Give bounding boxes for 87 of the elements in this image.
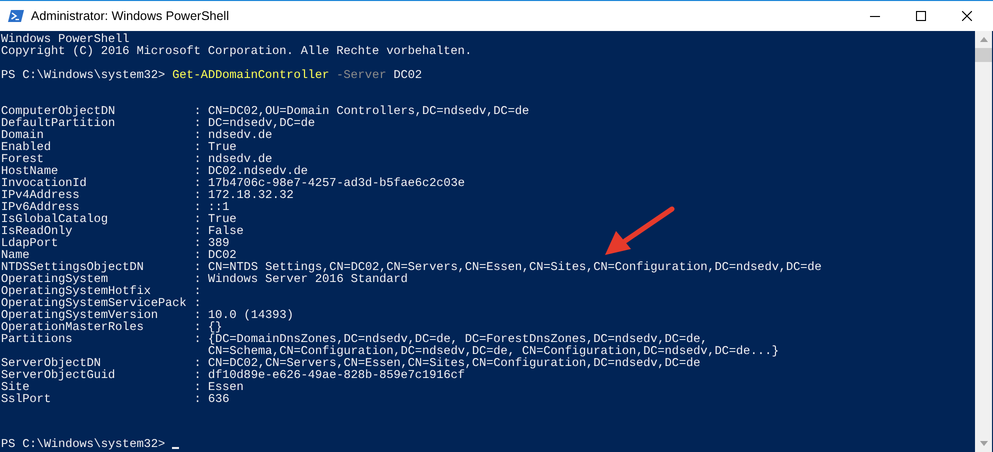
- property-value: True: [208, 213, 237, 225]
- property-name: InvocationId: [1, 177, 88, 189]
- property-name: OperatingSystemHotfix: [1, 285, 151, 297]
- property-name: Partitions: [1, 333, 72, 348]
- prompt-text: PS C:\Windows\system32>: [1, 69, 166, 81]
- property-name: ServerObjectDN: [1, 357, 101, 369]
- property-name: IPv4Address: [1, 189, 80, 201]
- property-name: HostName: [1, 165, 58, 177]
- arrow: [603, 206, 675, 258]
- property-value: {}: [208, 321, 222, 333]
- colon-text: :: [194, 357, 202, 369]
- colon-text: :: [194, 237, 202, 249]
- property-value: Windows Server 2016 Standard: [208, 273, 408, 285]
- property-value: 389: [208, 237, 230, 249]
- property-value: ::1: [208, 201, 230, 213]
- maximize-icon: [916, 11, 926, 21]
- argument-text: DC02: [393, 69, 422, 81]
- property-name: IPv6Address: [1, 201, 80, 213]
- property-value: ndsedv.de: [208, 129, 272, 141]
- property-name: Name: [1, 249, 30, 261]
- scroll-up-icon[interactable]: [980, 37, 988, 42]
- property-name: DefaultPartition: [1, 117, 116, 129]
- colon-text: :: [194, 189, 202, 201]
- property-value: 17b4706c-98e7-4257-ad3d-b5fae6c2c03e: [208, 177, 465, 189]
- property-name: Domain: [1, 129, 44, 141]
- property-value: ndsedv.de: [208, 153, 272, 165]
- property-name: Forest: [1, 153, 45, 165]
- property-value: False: [208, 225, 244, 237]
- property-value: {DC=DomainDnsZones,DC=ndsedv,DC=de, DC=ForestDnsZones,DC=ndsedv,DC=de,: [208, 333, 708, 345]
- colon-text: :: [194, 177, 202, 189]
- window-title: Administrator: Windows PowerShell: [31, 9, 230, 23]
- colon-text: :: [194, 321, 202, 333]
- colon-text: :: [194, 165, 202, 177]
- powershell-icon: [8, 9, 24, 23]
- property-value: 172.18.32.32: [208, 189, 294, 201]
- property-value: DC02.ndsedv.de: [208, 165, 308, 177]
- property-name: LdapPort: [1, 237, 58, 249]
- colon-text: :: [194, 333, 202, 348]
- cmdlet-text: Get-ADDomainController: [172, 69, 330, 81]
- property-name: IsReadOnly: [1, 225, 72, 237]
- colon-text: :: [194, 297, 202, 309]
- property-name: Site: [1, 381, 30, 393]
- property-value: Essen: [208, 381, 244, 393]
- scrollbar-thumb[interactable]: [975, 48, 992, 62]
- colon-text: :: [194, 129, 202, 141]
- colon-text: :: [194, 105, 202, 117]
- colon-text: :: [194, 225, 202, 237]
- scroll-down-icon[interactable]: [980, 441, 988, 446]
- colon-text: :: [194, 309, 202, 321]
- colon-text: :: [194, 213, 202, 225]
- property-value: CN=NTDS Settings,CN=DC02,CN=Servers,CN=Essen,CN=Sites,CN=Configuration,DC=ndsedv,DC=de: [208, 261, 822, 273]
- property-value: CN=Schema,CN=Configuration,DC=ndsedv,DC=de, CN=Configuration,DC=ndsedv,DC=de...}: [208, 345, 779, 357]
- property-name: OperatingSystemServicePack: [1, 297, 188, 309]
- colon-text: :: [194, 249, 202, 261]
- colon-text: :: [194, 117, 202, 129]
- parameter-text: -Server: [336, 69, 386, 81]
- property-name: OperationMasterRoles: [1, 321, 144, 333]
- property-name: IsGlobalCatalog: [1, 213, 110, 225]
- colon-text: :: [194, 141, 202, 153]
- property-value: True: [208, 141, 237, 153]
- property-name: Enabled: [1, 141, 52, 153]
- banner-text: Copyright (C) 2016 Microsoft Corporation. Alle Rechte vorbehalten.: [1, 45, 472, 57]
- banner-text: Windows PowerShell: [1, 33, 130, 45]
- colon-text: :: [194, 369, 202, 381]
- colon-text: :: [194, 381, 202, 393]
- colon-text: :: [194, 285, 202, 297]
- colon-text: :: [194, 153, 202, 165]
- close-icon: [962, 11, 972, 21]
- prompt-text: PS C:\Windows\system32>: [1, 438, 166, 450]
- colon-text: :: [194, 273, 202, 285]
- property-value: DC=ndsedv,DC=de: [208, 117, 316, 129]
- property-name: ServerObjectGuid: [1, 369, 116, 381]
- property-value: 636: [208, 393, 230, 405]
- property-value: DC02: [208, 249, 237, 261]
- property-name: ComputerObjectDN: [1, 105, 116, 117]
- colon-text: :: [194, 393, 202, 405]
- colon-text: :: [194, 261, 202, 273]
- property-name: OperatingSystem: [1, 273, 108, 285]
- property-value: CN=DC02,CN=Servers,CN=Essen,CN=Sites,CN=Configuration,DC=ndsedv,DC=de: [208, 357, 700, 369]
- property-value: df10d89e-e626-49ae-828b-859e7c1916cf: [208, 369, 465, 381]
- colon-text: :: [194, 201, 202, 213]
- property-value: 10.0 (14393): [208, 309, 294, 321]
- property-value: CN=DC02,OU=Domain Controllers,DC=ndsedv,DC=de: [208, 105, 530, 117]
- property-name: NTDSSettingsObjectDN: [1, 261, 145, 273]
- property-name: SslPort: [1, 393, 52, 405]
- scrollbar[interactable]: [975, 31, 992, 452]
- property-name: OperatingSystemVersion: [1, 309, 158, 321]
